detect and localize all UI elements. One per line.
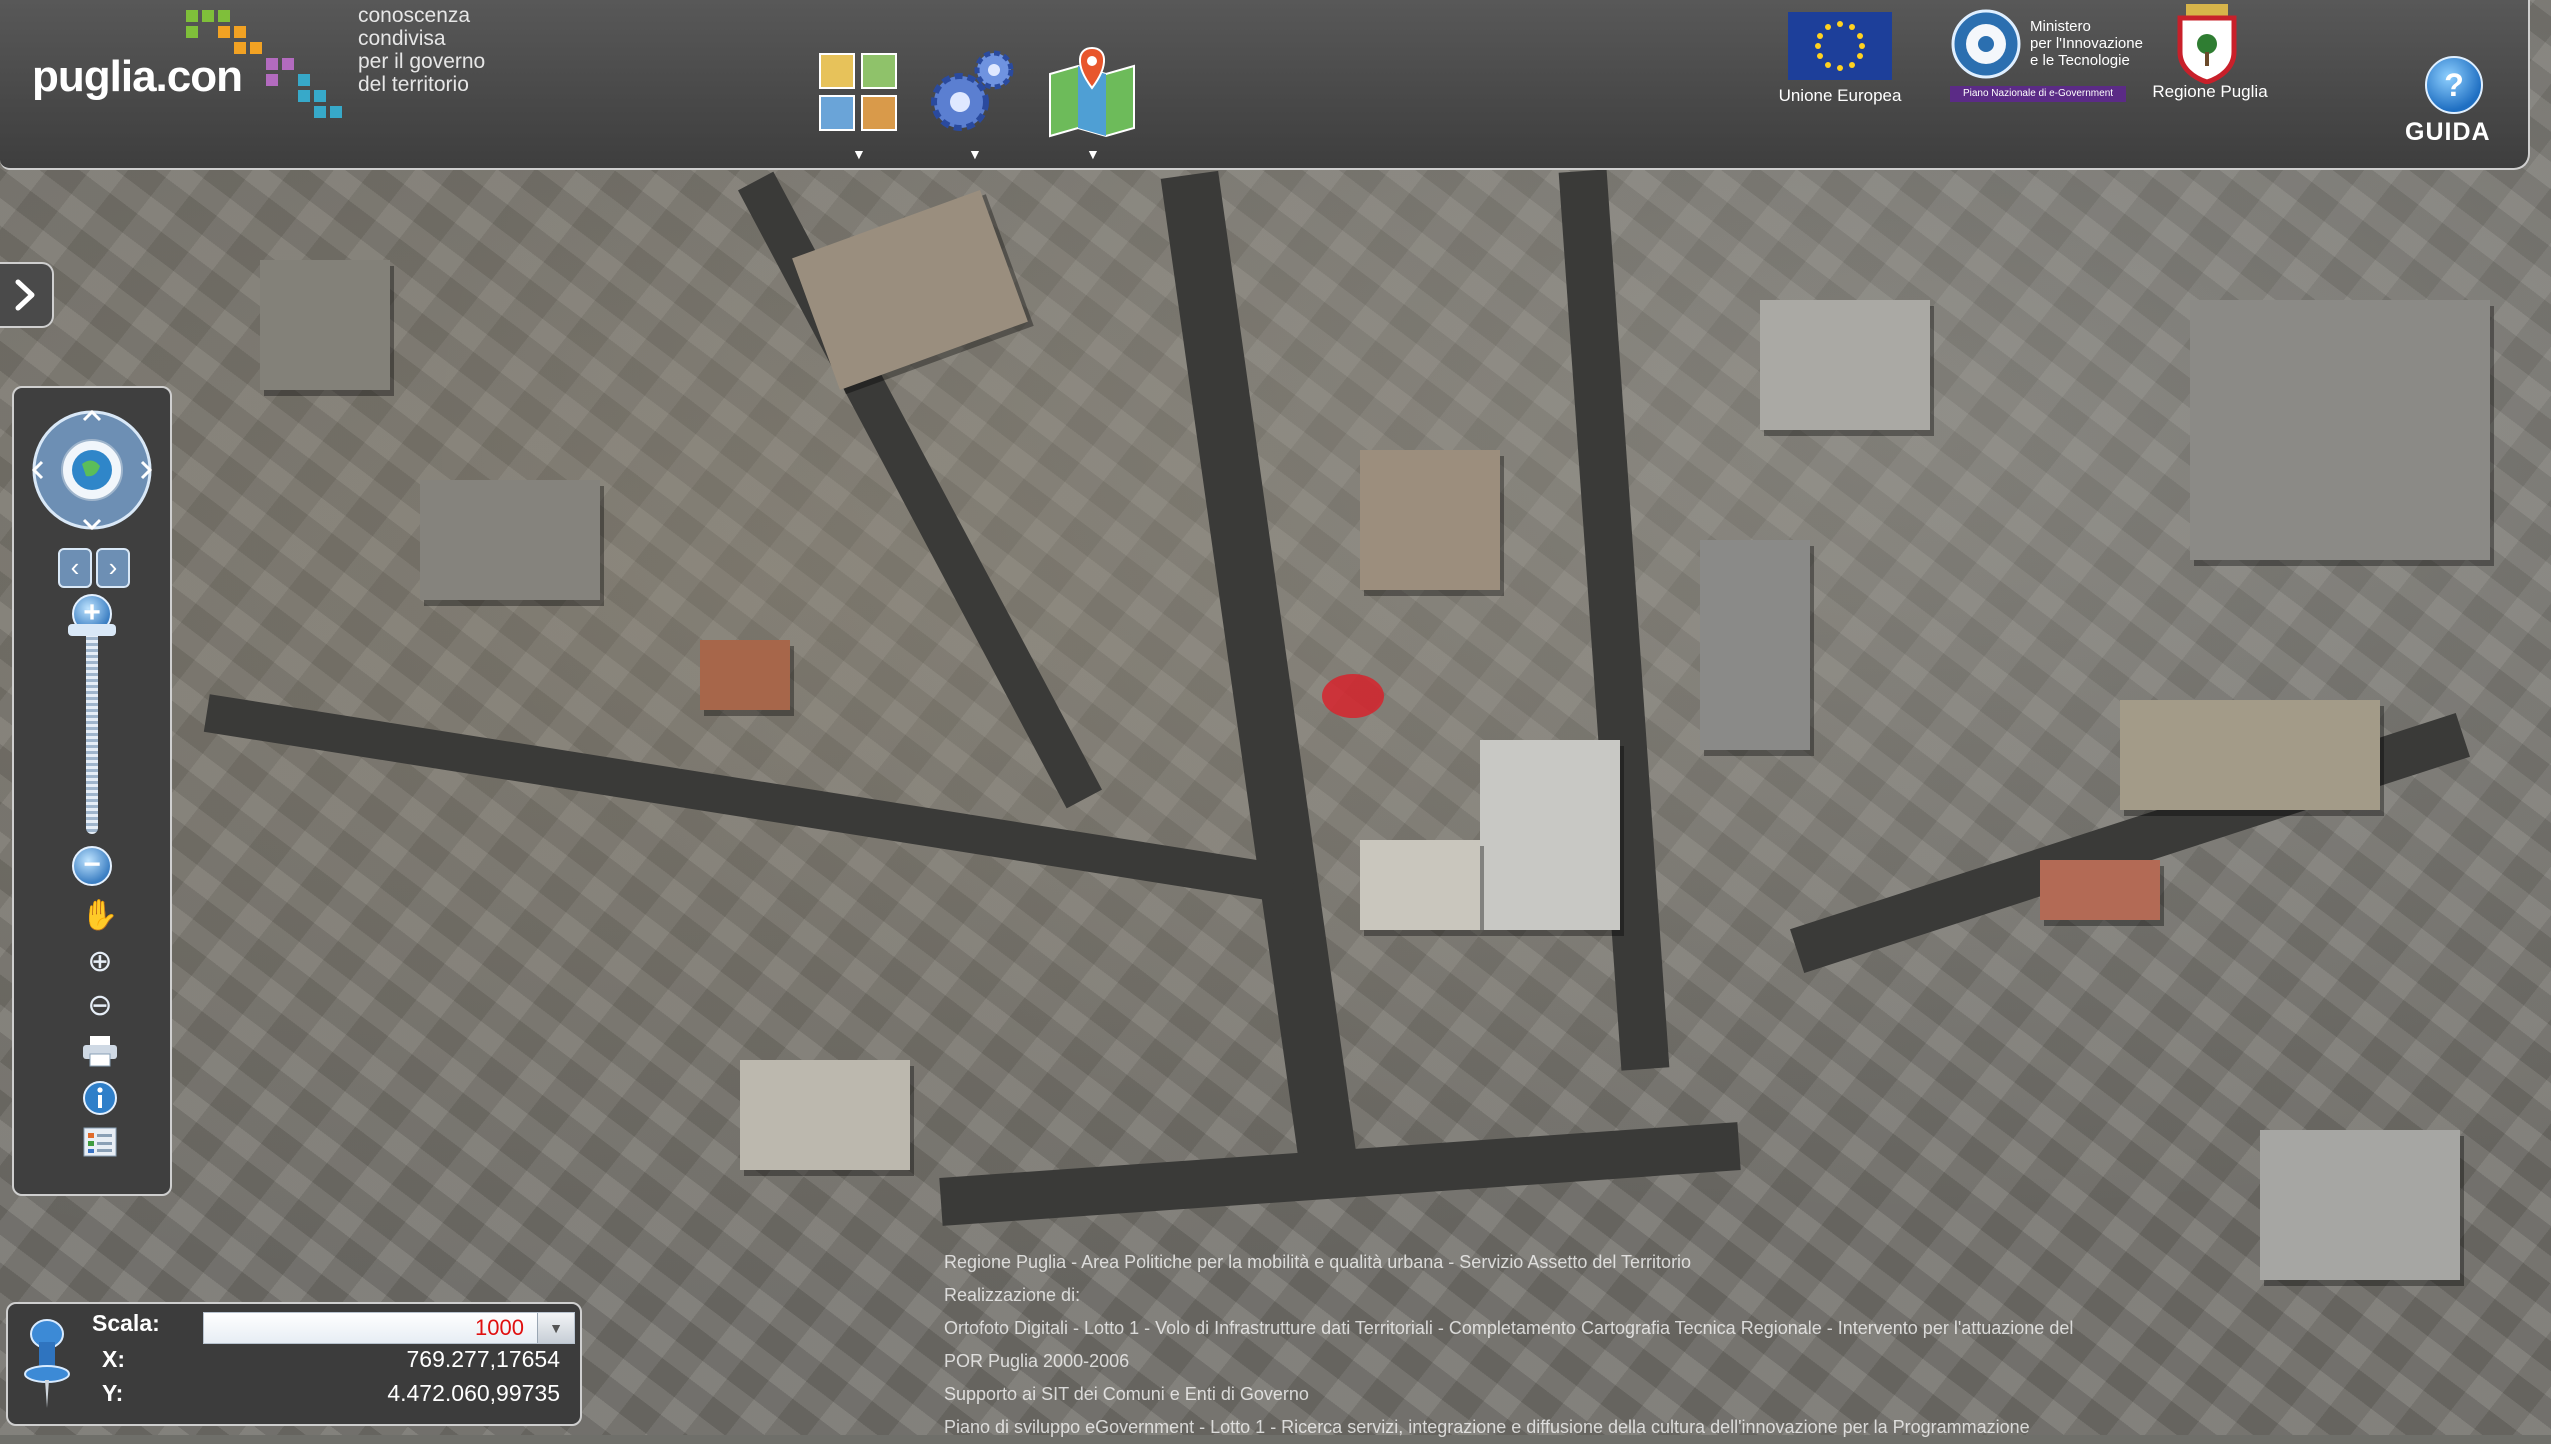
map-attribution: Regione Puglia - Area Politiche per la m… xyxy=(944,1246,2094,1444)
location-marker[interactable] xyxy=(1322,674,1384,718)
map-dropdown-arrow[interactable]: ▼ xyxy=(1086,146,1100,162)
attribution-line: Supporto ai SIT dei Comuni e Enti di Gov… xyxy=(944,1384,1309,1404)
map-building xyxy=(2260,1130,2460,1280)
top-header: puglia.con conoscenza condivisa per il g… xyxy=(0,0,2530,170)
y-coordinate-value: 4.472.060,99735 xyxy=(387,1380,560,1406)
chevron-down-icon[interactable]: ▼ xyxy=(537,1313,574,1343)
ministry-line: per l'Innovazione xyxy=(2030,35,2143,52)
x-label: X: xyxy=(102,1346,125,1372)
y-label: Y: xyxy=(102,1380,124,1406)
tagline-line: conoscenza xyxy=(358,4,471,27)
map-building xyxy=(1360,450,1500,590)
attribution-line: Piano di sviluppo eGovernment - Lotto 1 … xyxy=(944,1417,2030,1437)
x-coordinate-value: 769.277,17654 xyxy=(406,1346,561,1372)
map-building xyxy=(700,640,790,710)
map-building xyxy=(1700,540,1810,750)
map-building xyxy=(1760,300,1930,430)
scale-coordinates-panel: Scala: 1000 ▼ X: 769.277,17654 Y: 4.472.… xyxy=(6,1302,582,1426)
ministry-name: Ministero per l'Innovazione e le Tecnolo… xyxy=(2030,18,2143,69)
layers-icon[interactable] xyxy=(812,44,908,140)
map-building xyxy=(1360,840,1480,930)
attribution-line: Regione Puglia - Area Politiche per la m… xyxy=(944,1252,1692,1272)
map-building xyxy=(2120,700,2380,810)
map-street xyxy=(1558,169,1670,1071)
scale-label: Scala: xyxy=(92,1310,160,1336)
eu-label: Unione Europea xyxy=(1778,86,1902,105)
map-building xyxy=(260,260,390,390)
pan-control[interactable] xyxy=(30,408,154,532)
attribution-line: Ortofoto Digitali - Lotto 1 - Volo di In… xyxy=(944,1318,2074,1371)
map-building xyxy=(2190,300,2490,560)
tagline-line: condivisa xyxy=(358,27,446,50)
previous-extent-button[interactable]: ‹ xyxy=(58,548,92,588)
info-icon[interactable] xyxy=(80,1080,120,1116)
map-building xyxy=(1480,740,1620,930)
next-extent-button[interactable]: › xyxy=(96,548,130,588)
gears-dropdown-arrow[interactable]: ▼ xyxy=(968,146,982,162)
regione-puglia-label: Regione Puglia xyxy=(2152,82,2268,101)
zoom-in-box-icon[interactable]: ⊕ xyxy=(80,944,120,980)
logo-text: puglia.con xyxy=(32,52,243,101)
ministry-seal-icon xyxy=(1951,9,2021,79)
eu-flag-icon xyxy=(1788,12,1892,80)
help-icon[interactable]: ? xyxy=(2425,56,2483,114)
map-street xyxy=(1160,170,1358,1170)
ministry-line: e le Tecnologie xyxy=(2030,52,2130,69)
ministry-line: Ministero xyxy=(2030,18,2091,35)
tagline-line: per il governo xyxy=(358,50,486,73)
help-label[interactable]: GUIDA xyxy=(2405,118,2491,147)
ministry-band: Piano Nazionale di e-Government xyxy=(1950,86,2126,102)
zoom-slider-handle[interactable] xyxy=(68,624,116,636)
map-pin-icon[interactable] xyxy=(1044,44,1140,140)
map-building xyxy=(740,1060,910,1170)
zoom-slider-track[interactable] xyxy=(86,628,98,834)
legend-icon[interactable] xyxy=(80,1126,120,1162)
scale-select[interactable]: 1000 ▼ xyxy=(203,1312,575,1344)
map-street xyxy=(203,694,1297,904)
scale-value: 1000 xyxy=(475,1315,524,1340)
aerial-map[interactable] xyxy=(0,0,2551,1435)
chevron-right-icon xyxy=(15,279,35,311)
gears-icon[interactable] xyxy=(922,44,1018,140)
tagline-line: del territorio xyxy=(358,73,469,96)
map-navigation-toolbar: ‹ › + − ✋ ⊕ ⊖ xyxy=(12,386,172,1196)
layers-dropdown-arrow[interactable]: ▼ xyxy=(852,146,866,162)
pushpin-icon[interactable] xyxy=(22,1314,72,1410)
tagline: conoscenza condivisa per il governo del … xyxy=(358,4,485,96)
expand-panel-button[interactable] xyxy=(0,262,54,328)
map-building xyxy=(420,480,600,600)
zoom-out-box-icon[interactable]: ⊖ xyxy=(80,988,120,1024)
map-building xyxy=(2040,860,2160,920)
print-icon[interactable] xyxy=(80,1034,120,1070)
pan-hand-icon[interactable]: ✋ xyxy=(80,898,120,934)
zoom-out-button[interactable]: − xyxy=(72,846,112,886)
regione-puglia-crest-icon xyxy=(2177,4,2237,84)
attribution-line: Realizzazione di: xyxy=(944,1285,1081,1305)
